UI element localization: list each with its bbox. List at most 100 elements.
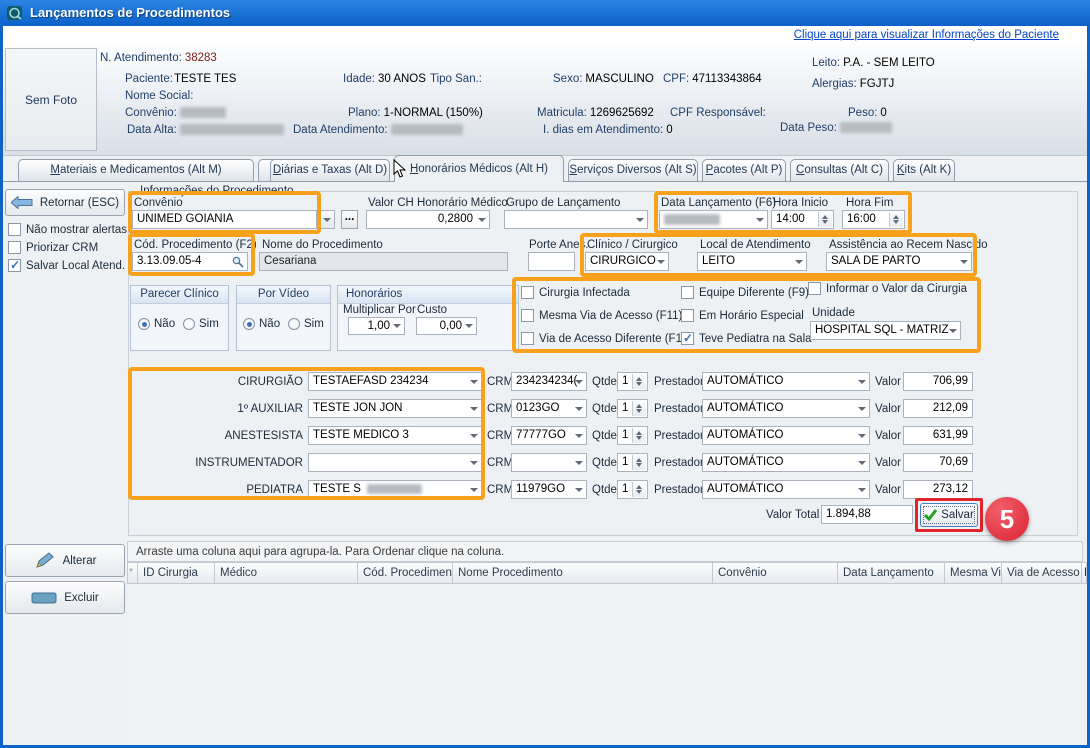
cirurgia-infectada-checkbox[interactable] — [521, 286, 534, 299]
medico-combo[interactable]: TESTAEFASD 234234 — [308, 372, 482, 391]
nao-mostrar-alertas-checkbox[interactable] — [8, 223, 21, 236]
grid-col-nome-procedimento[interactable]: Nome Procedimento — [453, 562, 713, 584]
grid-groupby-hint: Arraste uma coluna aqui para agrupa-la. … — [136, 546, 504, 558]
convenio-browse-button[interactable]: ... — [341, 210, 358, 229]
magnifier-icon[interactable] — [232, 256, 244, 268]
spinner-buttons[interactable] — [632, 374, 646, 389]
crm-combo[interactable]: 11979GO — [511, 480, 587, 499]
grid-col-mesma-via[interactable]: Mesma Via ( — [945, 562, 1002, 584]
data-lancamento-combo[interactable] — [659, 210, 768, 229]
prestador-combo[interactable]: AUTOMÁTICO — [702, 480, 870, 499]
convenio-dropdown-button[interactable] — [318, 210, 335, 229]
qtde-spinner[interactable]: 1 — [617, 399, 648, 418]
convenio-input[interactable]: UNIMED GOIANIA — [132, 210, 317, 229]
grid-col-cutoff[interactable]: E — [1082, 562, 1087, 584]
horario-especial-checkbox[interactable] — [681, 309, 694, 322]
tab-pacotes[interactable]: Pacotes (Alt P) — [702, 159, 786, 182]
custo-input[interactable]: 0,00 — [416, 317, 477, 335]
chevron-down-icon — [858, 407, 866, 411]
spinner-buttons[interactable] — [632, 428, 646, 443]
spinner-buttons[interactable] — [818, 212, 832, 227]
teve-pediatra-checkbox[interactable] — [681, 332, 694, 345]
crm-combo[interactable] — [511, 453, 587, 472]
step-badge: 5 — [985, 497, 1029, 541]
qtde-spinner[interactable]: 1 — [617, 480, 648, 499]
parecer-sim-radio[interactable] — [183, 318, 195, 330]
tab-honorarios-medicos[interactable]: Honorários Médicos (Alt H) — [394, 155, 564, 182]
unidade-combo[interactable]: HOSPITAL SQL - MATRIZ — [810, 321, 961, 340]
prestador-combo[interactable]: AUTOMÁTICO — [702, 399, 870, 418]
spinner-buttons[interactable] — [632, 401, 646, 416]
tab-diarias[interactable]: Diárias e Taxas (Alt D) — [270, 159, 390, 182]
hora-inicio-spinner[interactable]: 14:00 — [771, 210, 834, 229]
equipe-diferente-checkbox[interactable] — [681, 286, 694, 299]
prestador-combo[interactable]: AUTOMÁTICO — [702, 453, 870, 472]
qtde-spinner[interactable]: 1 — [617, 372, 648, 391]
via-diferente-checkbox[interactable] — [521, 332, 534, 345]
video-sim-radio[interactable] — [288, 318, 300, 330]
grid-groupby-bar[interactable]: Arraste uma coluna aqui para agrupa-la. … — [127, 541, 1083, 562]
grid-col-convenio[interactable]: Convênio — [713, 562, 838, 584]
assistencia-rn-combo[interactable]: SALA DE PARTO — [826, 252, 972, 271]
valor-field[interactable]: 631,99 — [903, 426, 973, 445]
grid-body-empty[interactable] — [127, 584, 1083, 744]
parecer-nao-radio[interactable] — [138, 318, 150, 330]
alterar-button[interactable]: Alterar — [5, 544, 125, 577]
tab-kits[interactable]: Kits (Alt K) — [893, 159, 955, 182]
spinner-buttons[interactable] — [632, 455, 646, 470]
qtde-spinner[interactable]: 1 — [617, 453, 648, 472]
data-lancamento-label: Data Lançamento (F6) — [661, 197, 776, 209]
grupo-lancamento-combo[interactable] — [504, 210, 648, 229]
salvar-local-atend-checkbox[interactable] — [8, 259, 21, 272]
valor-ch-input[interactable]: 0,2800 — [366, 210, 490, 229]
spinner-buttons[interactable] — [889, 212, 903, 227]
crm-combo[interactable]: 0123GO — [511, 399, 587, 418]
grid-col-via-de-acesso[interactable]: Via de Acesso — [1002, 562, 1082, 584]
valor-field[interactable]: 70,69 — [903, 453, 973, 472]
salvar-button[interactable]: Salvar — [920, 503, 978, 527]
excluir-button[interactable]: Excluir — [5, 581, 125, 614]
multiplicar-por-label: Multiplicar Por — [343, 304, 416, 316]
porte-anes-input[interactable] — [528, 252, 575, 271]
cod-procedimento-input[interactable]: 3.13.09.05-4 — [132, 252, 248, 271]
valor-label: Valor — [875, 403, 901, 415]
informar-valor-checkbox[interactable] — [808, 282, 821, 295]
data-peso: Data Peso: — [780, 122, 892, 134]
medico-combo[interactable]: TESTE MEDICO 3 — [308, 426, 482, 445]
spinner-buttons[interactable] — [632, 482, 646, 497]
valor-field[interactable]: 706,99 — [903, 372, 973, 391]
crm-combo[interactable]: 77777GO — [511, 426, 587, 445]
qtde-spinner[interactable]: 1 — [617, 426, 648, 445]
local-atendimento-combo[interactable]: LEITO — [697, 252, 807, 271]
valor-field[interactable]: 212,09 — [903, 399, 973, 418]
medico-combo[interactable]: TESTE JON JON — [308, 399, 482, 418]
chevron-down-icon — [858, 461, 866, 465]
prestador-combo[interactable]: AUTOMÁTICO — [702, 426, 870, 445]
tab-materiais[interactable]: Materiais e Medicamentos (Alt M) — [18, 159, 254, 182]
grid-col-medico[interactable]: Médico — [215, 562, 358, 584]
grid-col-cod-procedimento[interactable]: Cód. Procedimento — [358, 562, 453, 584]
tab-consultas[interactable]: Consultas (Alt C) — [790, 159, 889, 182]
prestador-label: Prestador — [654, 403, 704, 415]
prestador-combo[interactable]: AUTOMÁTICO — [702, 372, 870, 391]
teve-pediatra-label: Teve Pediatra na Sala — [699, 333, 812, 345]
grid-asterisk-icon[interactable]: * — [127, 562, 138, 584]
medico-combo[interactable] — [308, 453, 482, 472]
patient-info-link[interactable]: Clique aqui para visualizar Informações … — [794, 29, 1059, 41]
retornar-button[interactable]: Retornar (ESC) — [5, 189, 125, 216]
mesma-via-checkbox[interactable] — [521, 309, 534, 322]
clinico-cirurgico-combo[interactable]: CIRURGICO — [585, 252, 669, 271]
n-atendimento: N. Atendimento:38283 — [100, 52, 217, 64]
medico-combo[interactable]: TESTE S — [308, 480, 482, 499]
priorizar-crm-checkbox[interactable] — [8, 241, 21, 254]
crm-combo[interactable]: 234234234( — [511, 372, 587, 391]
tab-servicos-diversos[interactable]: Serviços Diversos (Alt S) — [568, 159, 698, 182]
video-nao-radio[interactable] — [243, 318, 255, 330]
multiplicar-por-input[interactable]: 1,00 — [348, 317, 405, 335]
valor-field[interactable]: 273,12 — [903, 480, 973, 499]
chevron-down-icon — [949, 329, 957, 333]
grid-col-data-lancamento[interactable]: Data Lançamento — [838, 562, 945, 584]
qtde-label: Qtde — [592, 430, 617, 442]
hora-fim-spinner[interactable]: 16:00 — [842, 210, 905, 229]
grid-col-id-cirurgia[interactable]: ID Cirurgia — [138, 562, 215, 584]
